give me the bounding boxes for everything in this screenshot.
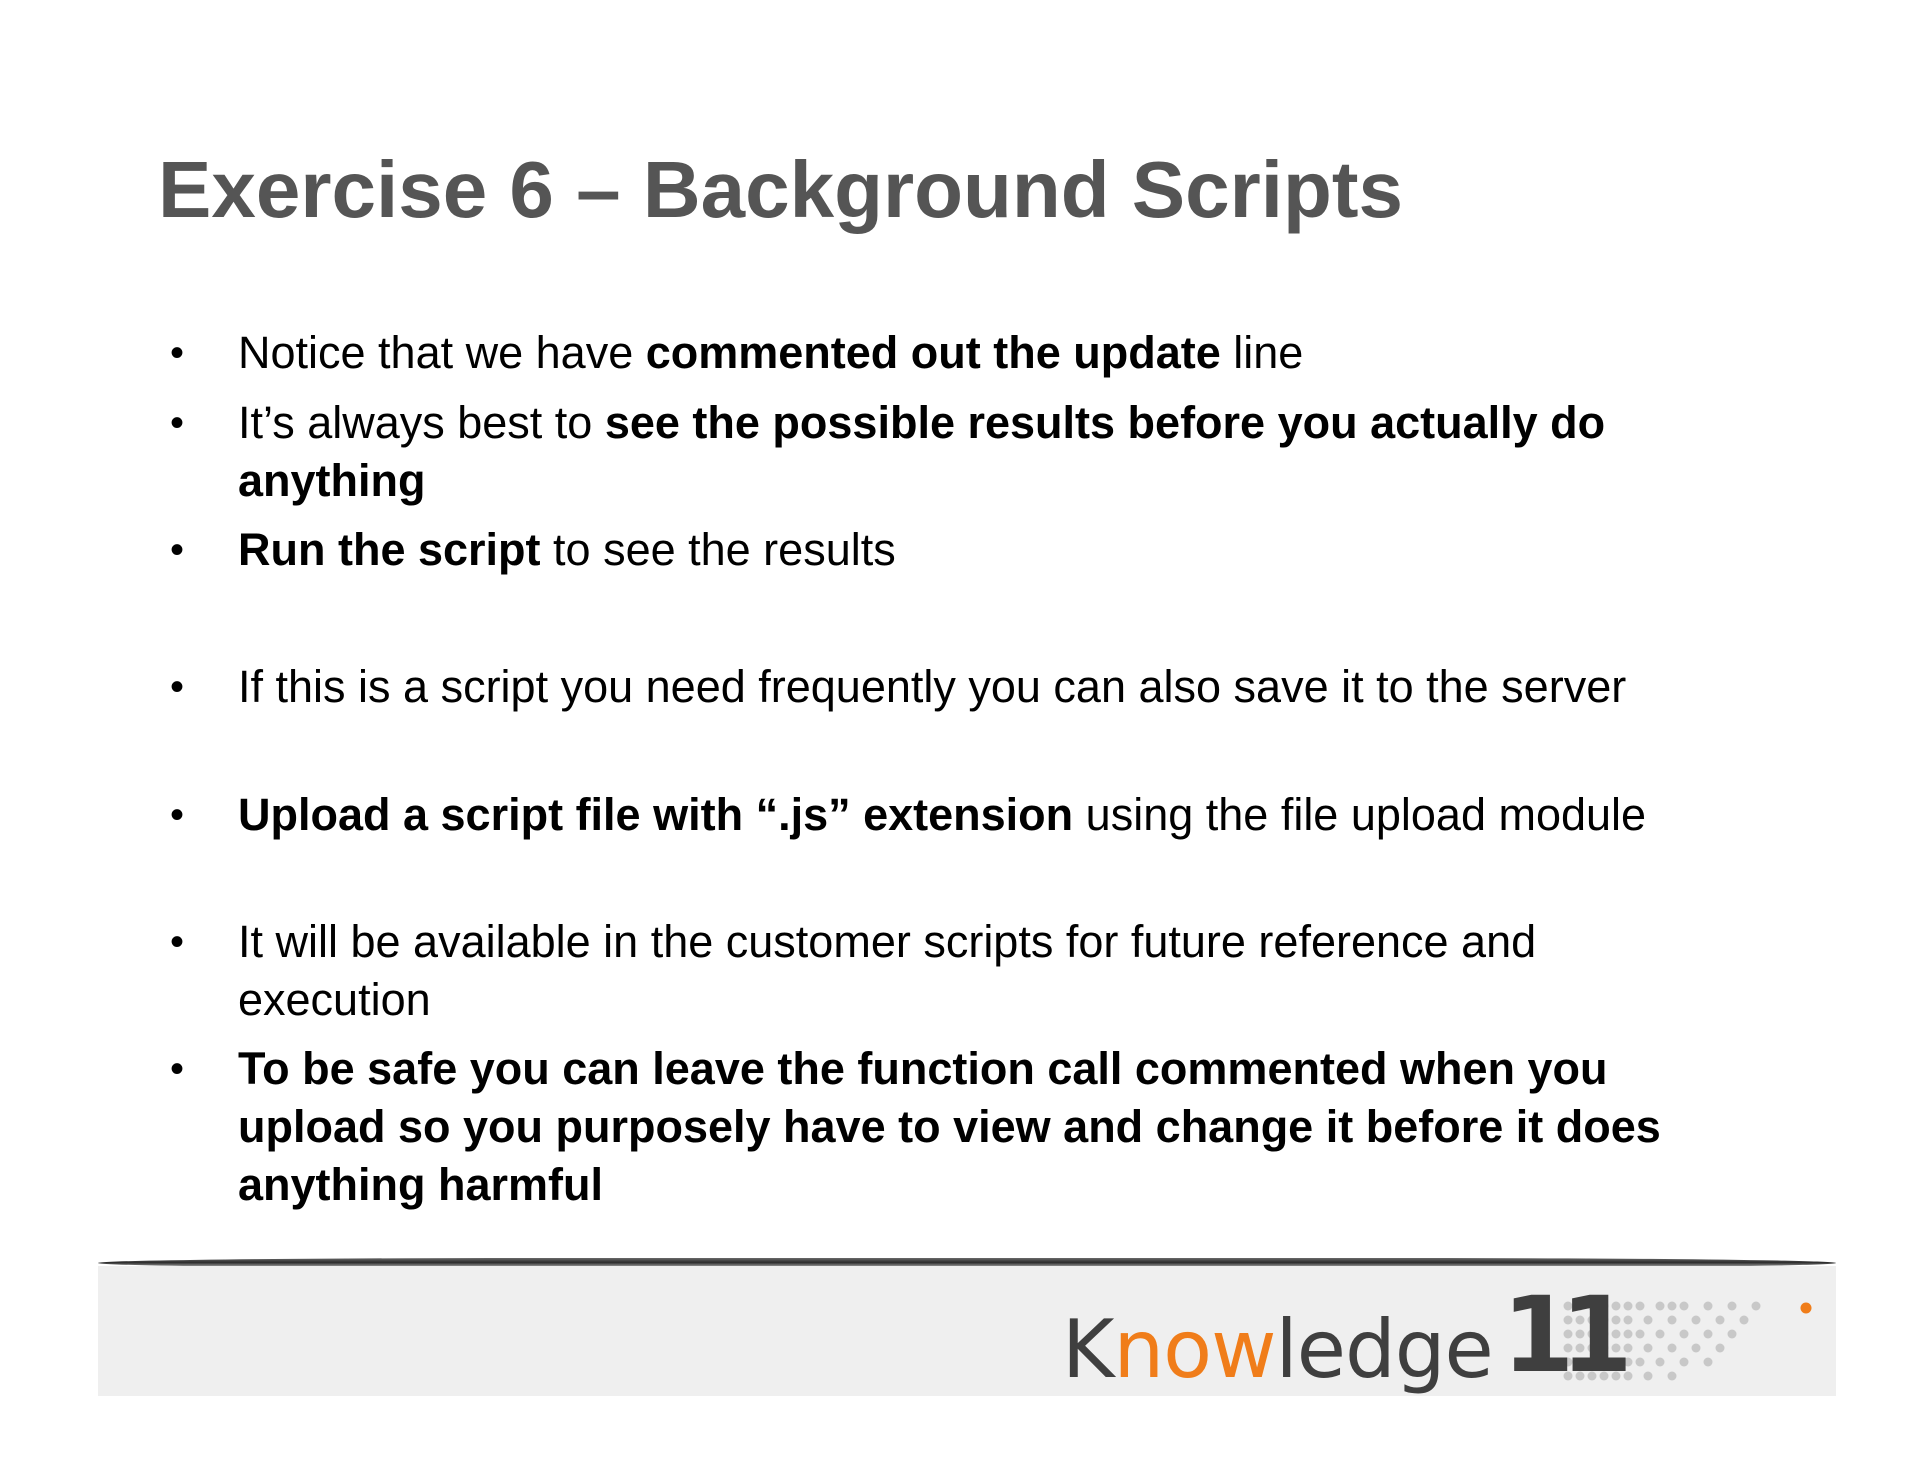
bullet-item: • Upload a script file with “.js” extens… <box>170 786 1738 844</box>
logo-text-ledge: ledge <box>1275 1303 1494 1396</box>
bullet-bold-text: commented out the update <box>645 327 1221 378</box>
logo-text-k: K <box>1062 1303 1114 1396</box>
logo-wordmark: Knowledge <box>1062 1303 1494 1396</box>
logo-text-now: now <box>1113 1303 1276 1396</box>
bullet-item: • To be safe you can leave the function … <box>170 1040 1738 1214</box>
bullet-text: If this is a script you need frequently … <box>238 661 1627 712</box>
logo-number: 11 <box>1502 1274 1633 1396</box>
bullet-dot-icon: • <box>170 793 185 837</box>
bullet-dot-icon: • <box>170 1047 185 1091</box>
bullet-item: • It will be available in the customer s… <box>170 913 1738 1029</box>
bullet-item: • If this is a script you need frequentl… <box>170 658 1738 716</box>
bullet-bold-text: To be safe you can leave the function ca… <box>238 1043 1661 1210</box>
bullet-item: • Notice that we have commented out the … <box>170 324 1738 382</box>
bullet-dot-icon: • <box>170 665 185 709</box>
bullet-dot-icon: • <box>170 401 185 445</box>
bullet-item: • Run the script to see the results <box>170 521 1738 579</box>
bullet-dot-icon: • <box>170 528 185 572</box>
bullet-text: using the file upload module <box>1073 789 1647 840</box>
bullet-bold-text: Run the script <box>238 524 541 575</box>
bullet-text: line <box>1220 327 1304 378</box>
bullet-dot-icon: • <box>170 331 185 375</box>
bullet-text: It will be available in the customer scr… <box>238 916 1537 1025</box>
bullet-item: • It’s always best to see the possible r… <box>170 394 1738 510</box>
bullet-list: • Notice that we have commented out the … <box>0 0 1920 1250</box>
bullet-bold-text: Upload a script file with “.js” extensio… <box>238 789 1074 840</box>
bullet-text: Notice that we have <box>238 327 646 378</box>
knowledge11-logo: Knowledge 11 <box>1062 1280 1822 1396</box>
bullet-text: It’s always best to <box>238 397 605 448</box>
bullet-dot-icon: • <box>170 920 185 964</box>
bullet-text: to see the results <box>540 524 896 575</box>
